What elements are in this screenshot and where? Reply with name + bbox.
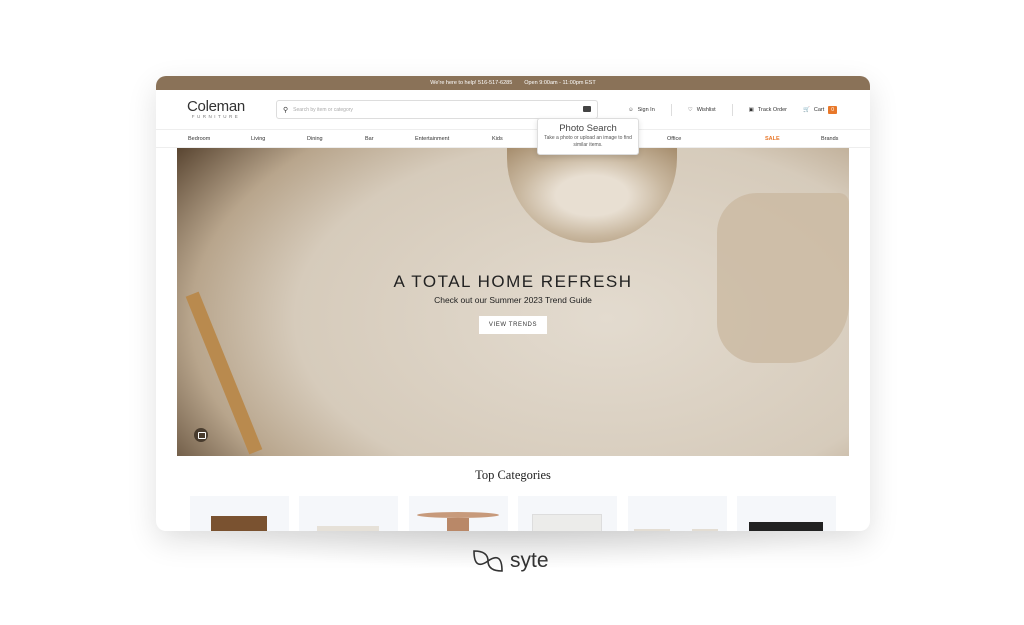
section-title: Top Categories bbox=[475, 468, 551, 482]
syte-logo: syte bbox=[470, 548, 549, 574]
category-card[interactable] bbox=[409, 496, 508, 531]
search-input[interactable]: ⚲ Search by item or category bbox=[276, 100, 598, 119]
nav-bedroom[interactable]: Bedroom bbox=[188, 136, 210, 142]
user-icon: ☺ bbox=[628, 107, 634, 113]
hours-text: Open 9:00am - 11:00pm EST bbox=[524, 80, 596, 86]
heart-icon: ♡ bbox=[687, 107, 693, 113]
hero-banner: A TOTAL HOME REFRESH Check out our Summe… bbox=[177, 148, 849, 456]
nav-kids[interactable]: Kids bbox=[492, 136, 503, 142]
nav-living[interactable]: Living bbox=[251, 136, 265, 142]
browser-window: We're here to help! 516-517-6285 Open 9:… bbox=[156, 76, 870, 531]
cart-badge: 0 bbox=[828, 106, 838, 114]
photo-search-tooltip: Photo Search Take a photo or upload an i… bbox=[537, 118, 639, 155]
nav-sale[interactable]: SALE bbox=[765, 136, 780, 142]
logo[interactable]: Coleman FURNITURE bbox=[187, 98, 245, 119]
track-label: Track Order bbox=[757, 107, 787, 113]
cart-label: Cart bbox=[813, 107, 825, 113]
shopping-bag-icon[interactable] bbox=[194, 428, 208, 442]
nav-office[interactable]: Office bbox=[667, 136, 681, 142]
box-icon: ▣ bbox=[748, 107, 754, 113]
category-card[interactable] bbox=[190, 496, 289, 531]
category-card[interactable] bbox=[299, 496, 398, 531]
nav-bar[interactable]: Bar bbox=[365, 136, 374, 142]
syte-logo-icon bbox=[473, 550, 503, 572]
hero-title: A TOTAL HOME REFRESH bbox=[393, 272, 633, 291]
wishlist-button[interactable]: ♡ Wishlist bbox=[688, 107, 716, 113]
view-trends-button[interactable]: VIEW TRENDS bbox=[479, 316, 547, 334]
header: Coleman FURNITURE ⚲ Search by item or ca… bbox=[156, 90, 870, 130]
brand-name: Coleman bbox=[187, 98, 245, 115]
divider bbox=[670, 104, 672, 116]
sign-in-button[interactable]: ☺ Sign In bbox=[628, 107, 655, 113]
track-order-button[interactable]: ▣ Track Order bbox=[749, 107, 787, 113]
search-icon: ⚲ bbox=[283, 106, 289, 114]
camera-icon[interactable] bbox=[583, 106, 591, 112]
search-placeholder: Search by item or category bbox=[293, 106, 353, 113]
hero-subtitle: Check out our Summer 2023 Trend Guide bbox=[434, 295, 592, 305]
tooltip-desc: Take a photo or upload an image to find … bbox=[544, 135, 632, 148]
plates-image bbox=[507, 148, 677, 243]
wishlist-label: Wishlist bbox=[696, 107, 716, 113]
nav-entertainment[interactable]: Entertainment bbox=[415, 136, 449, 142]
nav-brands[interactable]: Brands bbox=[821, 136, 838, 142]
nav-dining[interactable]: Dining bbox=[307, 136, 323, 142]
tooltip-title: Photo Search bbox=[559, 123, 617, 134]
brand-sub: FURNITURE bbox=[191, 114, 241, 119]
cart-icon: 🛒 bbox=[802, 107, 810, 113]
cart-button[interactable]: 🛒 Cart 0 bbox=[802, 106, 838, 114]
category-nav: Bedroom Living Dining Bar Entertainment … bbox=[156, 130, 870, 148]
announcement-bar: We're here to help! 516-517-6285 Open 9:… bbox=[156, 76, 870, 90]
divider bbox=[731, 104, 733, 116]
category-card[interactable] bbox=[518, 496, 617, 531]
category-card[interactable] bbox=[737, 496, 836, 531]
sign-in-label: Sign In bbox=[637, 107, 655, 113]
syte-wordmark: syte bbox=[510, 549, 549, 572]
help-text: We're here to help! 516-517-6285 bbox=[430, 80, 513, 86]
category-card[interactable] bbox=[628, 496, 727, 531]
